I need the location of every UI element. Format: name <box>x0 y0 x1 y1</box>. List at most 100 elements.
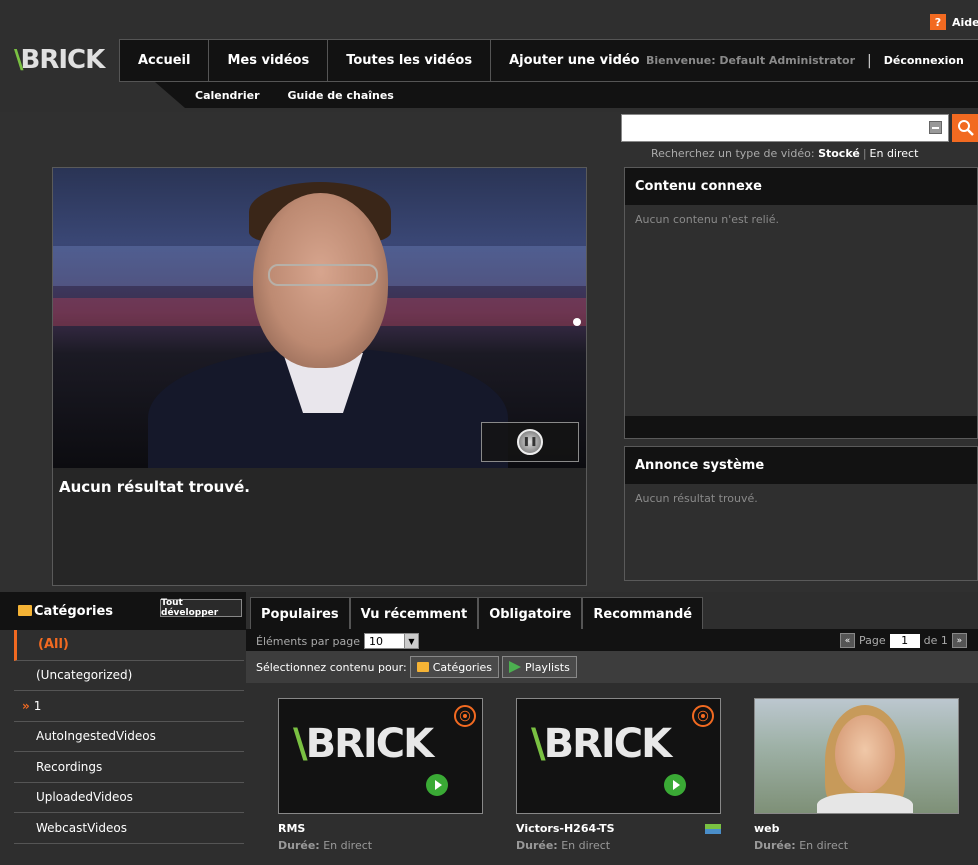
play-icon[interactable] <box>426 774 448 796</box>
video-thumbnail[interactable] <box>754 698 959 814</box>
duration-label: Durée: <box>754 839 796 852</box>
tab-recent[interactable]: Vu récemment <box>349 597 479 630</box>
logo-text: BRICK <box>20 45 106 75</box>
sub-nav: Calendrier Guide de chaînes <box>155 82 978 108</box>
duration-value: En direct <box>561 839 611 852</box>
video-title[interactable]: Victors-H264-TS <box>516 822 721 835</box>
header: ? Aide \ BRICK Accueil Mes vidéos Toutes … <box>0 0 978 112</box>
category-item[interactable]: AutoIngestedVideos <box>14 722 244 752</box>
related-title: Contenu connexe <box>625 168 977 205</box>
logo-text: BRICK <box>543 721 673 767</box>
category-item[interactable]: UploadedVideos <box>14 783 244 813</box>
category-item[interactable]: (All) <box>14 630 244 661</box>
play-icon[interactable] <box>664 774 686 796</box>
video-title[interactable]: RMS <box>278 822 483 835</box>
category-label: WebcastVideos <box>36 820 127 835</box>
duration-label: Durée: <box>516 839 558 852</box>
stream-icon <box>705 823 721 834</box>
categories-header: Catégories Tout développer <box>0 592 246 630</box>
background-light <box>573 318 581 326</box>
vbrick-logo: \BRICK <box>531 721 673 767</box>
live-icon: ⦿ <box>454 705 476 727</box>
playlists-button-label: Playlists <box>525 660 570 674</box>
category-item[interactable]: » 1 <box>14 691 244 722</box>
vbrick-logo: \BRICK <box>293 721 435 767</box>
nav-home[interactable]: Accueil <box>120 40 210 81</box>
video-duration: Durée: En direct <box>278 839 483 852</box>
video-thumbnail[interactable]: \BRICK ⦿ <box>278 698 483 814</box>
video-card[interactable]: web Durée: En direct <box>754 698 959 852</box>
category-item[interactable]: Recordings <box>14 752 244 783</box>
page-input[interactable]: 1 <box>889 633 920 648</box>
page-of: de 1 <box>923 634 948 647</box>
divider: | <box>862 147 867 160</box>
nav-add-video[interactable]: Ajouter une vidéo <box>491 40 658 81</box>
welcome-text: Bienvenue: Default Administrator <box>646 54 856 67</box>
search-type-stored[interactable]: Stocké <box>818 147 860 160</box>
help-icon: ? <box>930 14 946 30</box>
duration-value: En direct <box>323 839 373 852</box>
video-title-text: Victors-H264-TS <box>516 822 615 835</box>
related-content-panel: Contenu connexe Aucun contenu n'est reli… <box>624 167 978 439</box>
category-label: 1 <box>33 698 42 713</box>
search-button[interactable] <box>952 114 978 142</box>
video-grid: \BRICK ⦿ RMS Durée: En direct \BRICK ⦿ V… <box>278 698 978 858</box>
video-player: ❚❚ Aucun résultat trouvé. <box>52 167 587 586</box>
clear-icon[interactable] <box>929 121 942 134</box>
playlists-button[interactable]: Playlists <box>502 656 577 678</box>
duration-label: Durée: <box>278 839 320 852</box>
per-page: Éléments par page 10 ▼ <box>256 633 419 649</box>
subnav-channel-guide[interactable]: Guide de chaînes <box>288 89 394 102</box>
announcement-panel: Annonce système Aucun résultat trouvé. <box>624 446 978 581</box>
page: ? Aide \ BRICK Accueil Mes vidéos Toutes … <box>0 0 978 865</box>
pause-icon[interactable]: ❚❚ <box>517 429 543 455</box>
logo-text: BRICK <box>305 721 435 767</box>
video-card[interactable]: \BRICK ⦿ Victors-H264-TS Durée: En direc… <box>516 698 721 852</box>
related-body: Aucun contenu n'est relié. <box>635 213 779 226</box>
categories-button-label: Catégories <box>432 660 492 674</box>
select-for-label: Sélectionnez contenu pour: <box>256 660 407 674</box>
category-label: AutoIngestedVideos <box>36 729 156 744</box>
chevron-down-icon: ▼ <box>403 634 418 648</box>
duration-value: En direct <box>799 839 849 852</box>
folder-icon <box>18 605 32 616</box>
help-label: Aide <box>952 15 978 29</box>
chevron-right-icon[interactable]: » <box>22 699 30 713</box>
search-type-live[interactable]: En direct <box>870 147 919 160</box>
category-item[interactable]: WebcastVideos <box>14 813 244 844</box>
announcement-title: Annonce système <box>625 447 977 484</box>
help-link[interactable]: ? Aide <box>930 14 978 30</box>
search-input[interactable] <box>621 114 949 142</box>
live-icon: ⦿ <box>692 705 714 727</box>
video-title-text: RMS <box>278 822 306 835</box>
vbrick-logo[interactable]: \ BRICK <box>14 45 106 75</box>
player-no-result: Aucun résultat trouvé. <box>59 478 250 496</box>
category-label: Recordings <box>36 759 103 774</box>
video-thumbnail[interactable]: \BRICK ⦿ <box>516 698 721 814</box>
category-label: UploadedVideos <box>36 790 133 805</box>
categories-button[interactable]: Catégories <box>409 656 499 678</box>
nav-all-videos[interactable]: Toutes les vidéos <box>328 40 492 81</box>
category-item[interactable]: (Uncategorized) <box>14 661 244 691</box>
expand-all-button[interactable]: Tout développer <box>160 598 242 618</box>
divider: | <box>867 52 872 69</box>
category-label: (Uncategorized) <box>36 668 133 683</box>
video-card[interactable]: \BRICK ⦿ RMS Durée: En direct <box>278 698 483 852</box>
tab-popular[interactable]: Populaires <box>250 597 350 630</box>
video-frame[interactable]: ❚❚ <box>53 168 586 468</box>
logout-link[interactable]: Déconnexion <box>884 54 964 67</box>
prev-page-icon[interactable]: « <box>840 633 855 648</box>
video-duration: Durée: En direct <box>754 839 959 852</box>
video-title[interactable]: web <box>754 822 959 835</box>
playlist-icon <box>509 661 521 673</box>
tab-required[interactable]: Obligatoire <box>478 597 583 630</box>
subnav-calendar[interactable]: Calendrier <box>195 89 260 102</box>
browse-section: Catégories Tout développer (All) (Uncate… <box>0 592 978 865</box>
logo-v-mark: \ <box>531 721 546 767</box>
nav-my-videos[interactable]: Mes vidéos <box>209 40 329 81</box>
search-box <box>621 114 978 142</box>
tab-recommended[interactable]: Recommandé <box>582 597 704 630</box>
per-page-select[interactable]: 10 ▼ <box>363 633 419 649</box>
next-page-icon[interactable]: » <box>951 633 967 648</box>
listing-controls: Éléments par page 10 ▼ « Page 1 de 1 » <box>246 631 978 651</box>
